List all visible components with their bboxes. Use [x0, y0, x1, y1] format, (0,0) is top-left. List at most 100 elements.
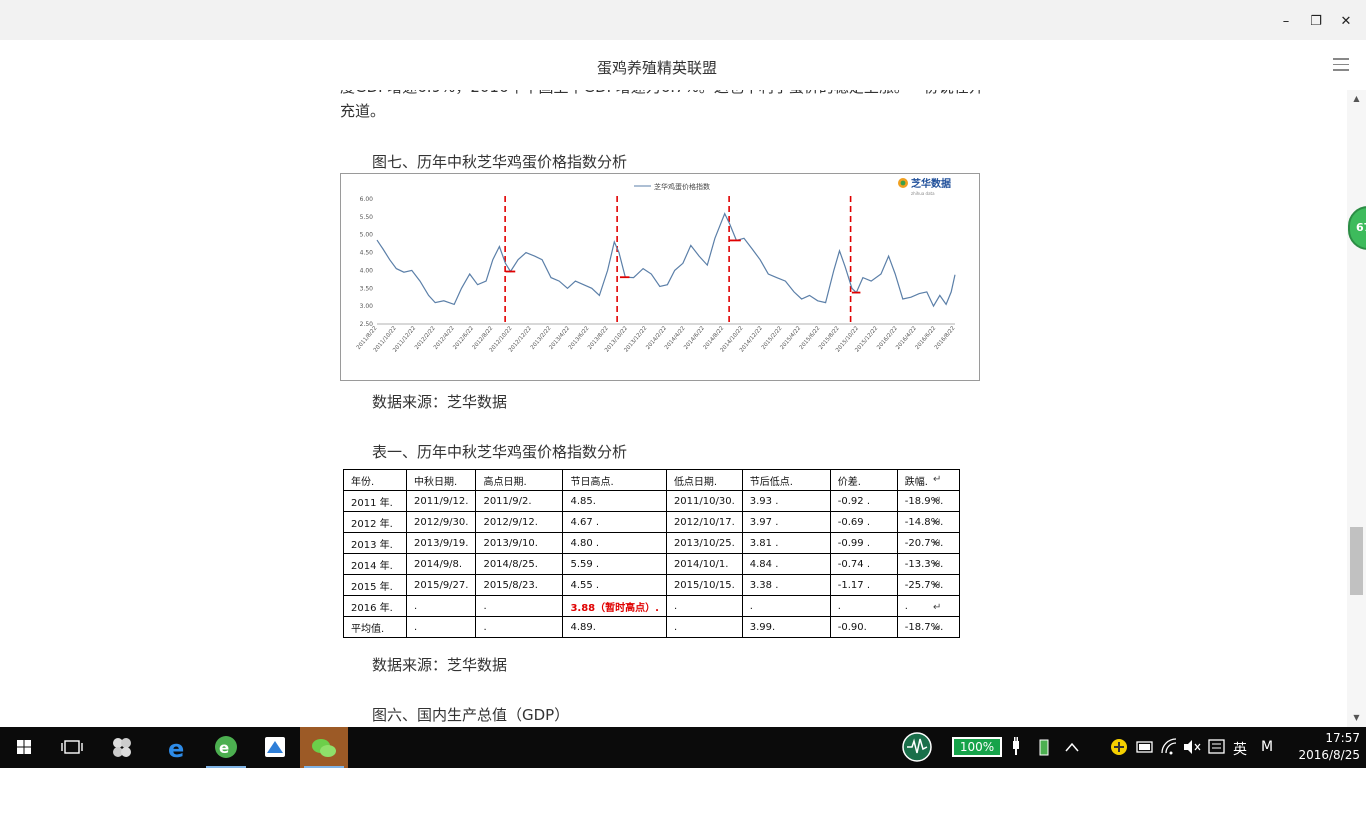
legend-label: 芝华鸡蛋价格指数	[654, 182, 710, 191]
table-header-cell: 中秋日期.	[405, 469, 477, 491]
wifi-icon[interactable]	[1158, 727, 1180, 768]
y-tick-label: 3.00	[360, 303, 374, 310]
system-clock[interactable]: 17:57 2016/8/25	[1290, 730, 1360, 764]
table-cell: -18.7%.	[896, 616, 960, 638]
table-cell: .	[405, 595, 477, 617]
table-row: 2013 年. 2013/9/19. 2013/9/10. 4.80 . 2013/10…	[343, 532, 960, 554]
wechat-icon	[312, 739, 336, 757]
table-cell: -0.92 .	[829, 490, 898, 512]
table-row: 2011 年. 2011/9/12. 2011/9/2. 4.85. 2011/10/3…	[343, 490, 960, 512]
table-cell: 2011/9/2.	[475, 490, 564, 512]
table1-source: 数据来源：芝华数据	[372, 656, 508, 674]
table-cell: 2014/8/25.	[475, 553, 564, 575]
paragraph-return-mark: ↵	[933, 623, 942, 635]
pinwheel-app-icon	[113, 738, 131, 757]
taskbar-app-mail[interactable]	[251, 727, 299, 768]
table-cell: 2013/9/10.	[475, 532, 564, 554]
table-cell: 2012/9/30.	[405, 511, 477, 533]
table-cell: 4.67 .	[562, 511, 667, 533]
table-cell: 2012/10/17.	[665, 511, 743, 533]
scroll-up-arrow-icon[interactable]: ▲	[1347, 92, 1366, 106]
table-row: 2015 年. 2015/9/27. 2015/8/23. 4.55 . 2015/10…	[343, 574, 960, 596]
table-cell: -0.90.	[829, 616, 898, 638]
green-browser-icon: e	[215, 736, 237, 758]
y-tick-label: 4.00	[360, 267, 374, 274]
scroll-thumb[interactable]	[1350, 527, 1363, 595]
svg-text:e: e	[219, 739, 229, 757]
taskbar-app-browser[interactable]: e	[202, 727, 250, 768]
table-cell: -20.7%.	[896, 532, 960, 554]
action-center-icon[interactable]	[1206, 727, 1228, 768]
figure7-caption: 图七、历年中秋芝华鸡蛋价格指数分析	[372, 153, 628, 171]
battery-small-icon[interactable]	[1034, 727, 1054, 768]
windows-logo-icon	[17, 740, 31, 754]
taskbar: e e 100% 英 M 17:57 2016/8/25	[0, 727, 1366, 768]
table-cell: 2015 年.	[343, 574, 407, 596]
maximize-button[interactable]: ❐	[1306, 12, 1326, 32]
paragraph-return-mark: ↵	[933, 559, 942, 571]
volume-muted-icon[interactable]	[1181, 727, 1203, 768]
page-title: 蛋鸡养殖精英联盟	[596, 59, 717, 77]
chevron-up-icon[interactable]	[1062, 727, 1082, 768]
taskbar-app-wechat[interactable]	[300, 727, 348, 768]
figure6-caption: 图六、国内生产总值（GDP）	[372, 706, 570, 724]
price-analysis-table: 年份. 中秋日期. 高点日期. 节日高点. 低点日期. 节后低点. 价差. 跌幅. 2011 年…	[343, 469, 960, 638]
zhihua-logo-dot-icon	[900, 180, 906, 186]
table-cell: 2011/10/30.	[665, 490, 743, 512]
table-header-cell: 节日高点.	[562, 469, 667, 491]
table-cell: -25.7%.	[896, 574, 960, 596]
battery-status-icon[interactable]	[1134, 727, 1156, 768]
y-tick-label: 5.00	[360, 232, 374, 239]
network-monitor-icon[interactable]	[900, 727, 934, 768]
paragraph-return-mark: ↵	[933, 601, 942, 613]
svg-text:e: e	[168, 735, 184, 763]
battery-indicator[interactable]: 100%	[952, 737, 1002, 757]
table-cell: .	[829, 595, 898, 617]
table-cell: .	[475, 595, 564, 617]
app-window: – ❐ ✕ 蛋鸡养殖精英联盟 度GDP增速6.9%，2016年中国上半GDP增速…	[0, 0, 1366, 816]
security-plus-icon[interactable]	[1108, 727, 1130, 768]
table-cell: -0.69 .	[829, 511, 898, 533]
table-cell: 4.85.	[562, 490, 667, 512]
table-cell: .	[896, 595, 960, 617]
y-tick-label: 4.50	[360, 250, 374, 257]
start-button[interactable]	[0, 727, 48, 768]
table-row: 平均值... 4.89.. 3.99. -0.90. -18.7%.	[343, 616, 960, 638]
y-tick-label: 5.50	[360, 214, 374, 221]
input-mode-label[interactable]: M	[1261, 739, 1273, 755]
table-cell: 4.89.	[562, 616, 667, 638]
task-view-button[interactable]	[48, 727, 96, 768]
y-tick-label: 3.50	[360, 285, 374, 292]
series-line-egg-price	[376, 212, 956, 308]
power-plug-icon[interactable]	[1006, 727, 1026, 768]
table-cell: 3.99.	[741, 616, 831, 638]
y-tick-label: 6.00	[360, 196, 374, 203]
table-cell: 2012 年.	[343, 511, 407, 533]
edge-browser-icon: e	[168, 735, 184, 763]
vertical-scrollbar[interactable]: ▲ ▼	[1347, 90, 1366, 727]
table-header-cell: 节后低点.	[741, 469, 831, 491]
y-tick-label: 2.50	[360, 321, 374, 328]
paragraph-return-mark: ↵	[933, 537, 942, 549]
table-cell: 3.38 .	[741, 574, 831, 596]
table-header-cell: 高点日期.	[475, 469, 564, 491]
table-row: 2012 年. 2012/9/30. 2012/9/12. 4.67 . 2012/10…	[343, 511, 960, 533]
egg-price-chart[interactable]: 6.00 5.50 5.00 4.50 4.00 3.50 3.00 2.50 2011/8/…	[340, 173, 980, 381]
hamburger-menu-icon[interactable]	[1333, 58, 1349, 72]
close-button[interactable]: ✕	[1336, 12, 1356, 32]
table-cell: 2014/10/1.	[665, 553, 743, 575]
table1-caption: 表一、历年中秋芝华鸡蛋价格指数分析	[372, 443, 628, 461]
table-cell: 3.81 .	[741, 532, 831, 554]
scroll-down-arrow-icon[interactable]: ▼	[1347, 711, 1366, 725]
table-cell: 2016 年.	[343, 595, 407, 617]
minimize-button[interactable]: –	[1276, 12, 1296, 32]
taskbar-app-pinwheel[interactable]	[98, 727, 146, 768]
table-cell: 平均值.	[343, 616, 407, 638]
paragraph-return-mark: ↵	[933, 495, 942, 507]
taskbar-app-edge[interactable]: e	[154, 727, 202, 768]
input-method-label[interactable]: 英	[1233, 739, 1247, 759]
table-cell: .	[741, 595, 831, 617]
egg-price-chart-svg: 6.005.505.004.504.003.503.002.50 2011/8/…	[356, 177, 957, 354]
table-header-cell: 低点日期.	[665, 469, 743, 491]
table-cell: 2012/9/12.	[475, 511, 564, 533]
